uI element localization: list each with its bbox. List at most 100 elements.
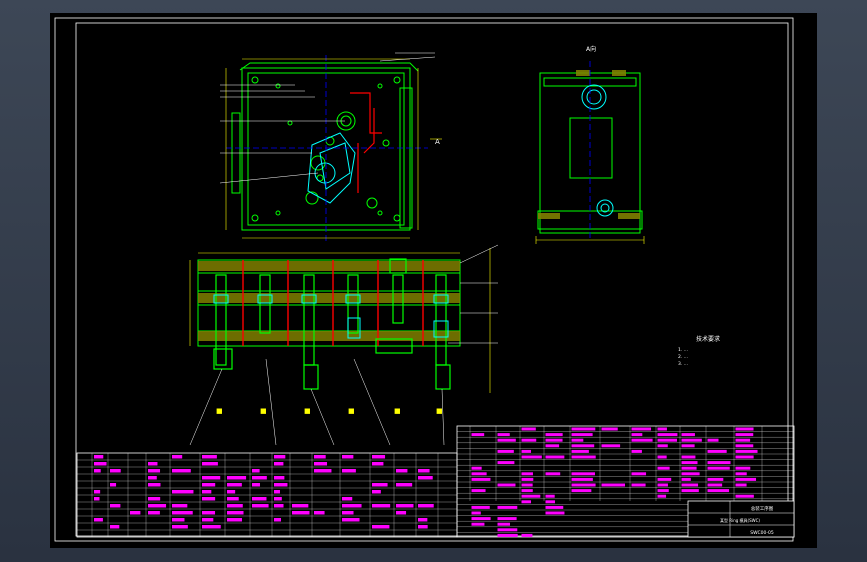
table-cell-text: [292, 504, 309, 508]
table-cell-text: [545, 433, 563, 437]
tech-note-3: 3. ...: [678, 361, 688, 367]
table-cell-text: [545, 438, 563, 442]
table-cell-text: [372, 525, 390, 529]
table-cell-text: [396, 511, 407, 515]
section-view: ■ ■ ■ ■ ■ ■: [189, 244, 499, 446]
table-cell-text: [601, 483, 626, 487]
table-cell-text: [227, 497, 239, 501]
table-cell-text: [571, 444, 595, 448]
table-cell-text: [202, 462, 218, 466]
table-cell-text: [471, 511, 481, 515]
table-cell-text: [148, 469, 161, 473]
table-cell-text: [471, 472, 487, 476]
table-cell-text: [172, 518, 185, 522]
table-cell-text: [252, 504, 269, 508]
table-cell-text: [631, 483, 646, 487]
table-cell-text: [497, 533, 518, 537]
table-cell-text: [707, 438, 719, 442]
cad-viewport[interactable]: A A向 ■ ■ ■ ■ ■ ■ 技术要求 1. ... 2. ... 3. .…: [50, 13, 817, 548]
table-cell-text: [396, 483, 413, 487]
table-cell-text: [657, 427, 667, 431]
table-cell-text: [571, 483, 596, 487]
table-cell-text: [497, 433, 510, 437]
table-cell-text: [274, 518, 282, 522]
table-cell-text: [735, 438, 751, 442]
cad-drawing: A A向 ■ ■ ■ ■ ■ ■ 技术要求 1. ... 2. ... 3. .…: [54, 17, 795, 542]
table-cell-text: [130, 511, 141, 515]
side-view: A向: [535, 45, 645, 244]
table-cell-text: [274, 476, 285, 480]
tech-note-1: 1. ...: [678, 347, 688, 353]
table-cell-text: [94, 518, 103, 522]
table-cell-text: [227, 483, 242, 487]
table-cell-text: [707, 461, 731, 465]
table-cell-text: [342, 497, 353, 501]
table-cell-text: [521, 438, 537, 442]
table-cell-text: [471, 522, 485, 526]
table-cell-text: [471, 466, 482, 470]
title-block: 总装工序图 某型 Ring 模具(SWC) SWC00-05: [687, 500, 795, 538]
table-cell-text: [571, 433, 593, 437]
svg-text:■: ■: [348, 407, 355, 415]
table-cell-text: [735, 466, 751, 470]
table-cell-text: [545, 455, 565, 459]
table-cell-text: [471, 505, 490, 509]
table-cell-text: [342, 469, 356, 473]
tech-note-2: 2. ...: [678, 354, 688, 360]
table-cell-text: [571, 472, 595, 476]
table-cell-text: [314, 455, 326, 459]
table-cell-text: [735, 494, 754, 498]
table-cell-text: [681, 489, 699, 493]
table-cell-text: [497, 505, 518, 509]
table-cell-text: [94, 469, 101, 473]
table-cell-text: [657, 489, 669, 493]
table-cell-text: [631, 438, 653, 442]
table-cell-text: [252, 483, 260, 487]
direction-marker: A: [435, 138, 440, 146]
table-cell-text: [372, 462, 384, 466]
table-cell-text: [657, 494, 667, 498]
table-cell-text: [497, 517, 517, 521]
table-cell-text: [735, 483, 747, 487]
table-cell-text: [172, 511, 193, 515]
table-cell-text: [657, 455, 667, 459]
table-cell-text: [707, 483, 723, 487]
table-cell-text: [172, 490, 194, 494]
table-cell-text: [110, 525, 120, 529]
table-cell-text: [657, 444, 668, 448]
table-cell-text: [396, 504, 414, 508]
table-cell-text: [631, 433, 643, 437]
table-cell-text: [110, 504, 121, 508]
table-cell-text: [521, 489, 533, 493]
table-cell-text: [681, 455, 696, 459]
table-cell-text: [227, 511, 244, 515]
table-cell-text: [342, 511, 354, 515]
table-cell-text: [681, 444, 695, 448]
table-cell-text: [202, 483, 216, 487]
table-cell-text: [631, 472, 647, 476]
table-cell-text: [94, 497, 100, 501]
table-cell-text: [521, 455, 542, 459]
table-cell-text: [657, 438, 677, 442]
table-cell-text: [94, 455, 104, 459]
table-cell-text: [571, 427, 596, 431]
table-cell-text: [681, 433, 695, 437]
table-cell-text: [148, 462, 158, 466]
table-cell-text: [396, 469, 408, 473]
table-cell-text: [94, 490, 101, 494]
table-cell-text: [497, 528, 518, 532]
table-cell-text: [274, 497, 282, 501]
svg-text:■: ■: [436, 407, 443, 415]
table-cell-text: [342, 504, 362, 508]
table-cell-text: [735, 472, 747, 476]
table-cell-text: [521, 472, 533, 476]
table-cell-text: [252, 476, 267, 480]
table-cell-text: [735, 477, 757, 481]
table-cell-text: [227, 504, 243, 508]
table-cell-text: [571, 449, 589, 453]
table-cell-text: [707, 466, 730, 470]
table-cell-text: [418, 504, 434, 508]
table-cell-text: [657, 466, 670, 470]
table-cell-text: [418, 476, 433, 480]
table-cell-text: [497, 438, 516, 442]
